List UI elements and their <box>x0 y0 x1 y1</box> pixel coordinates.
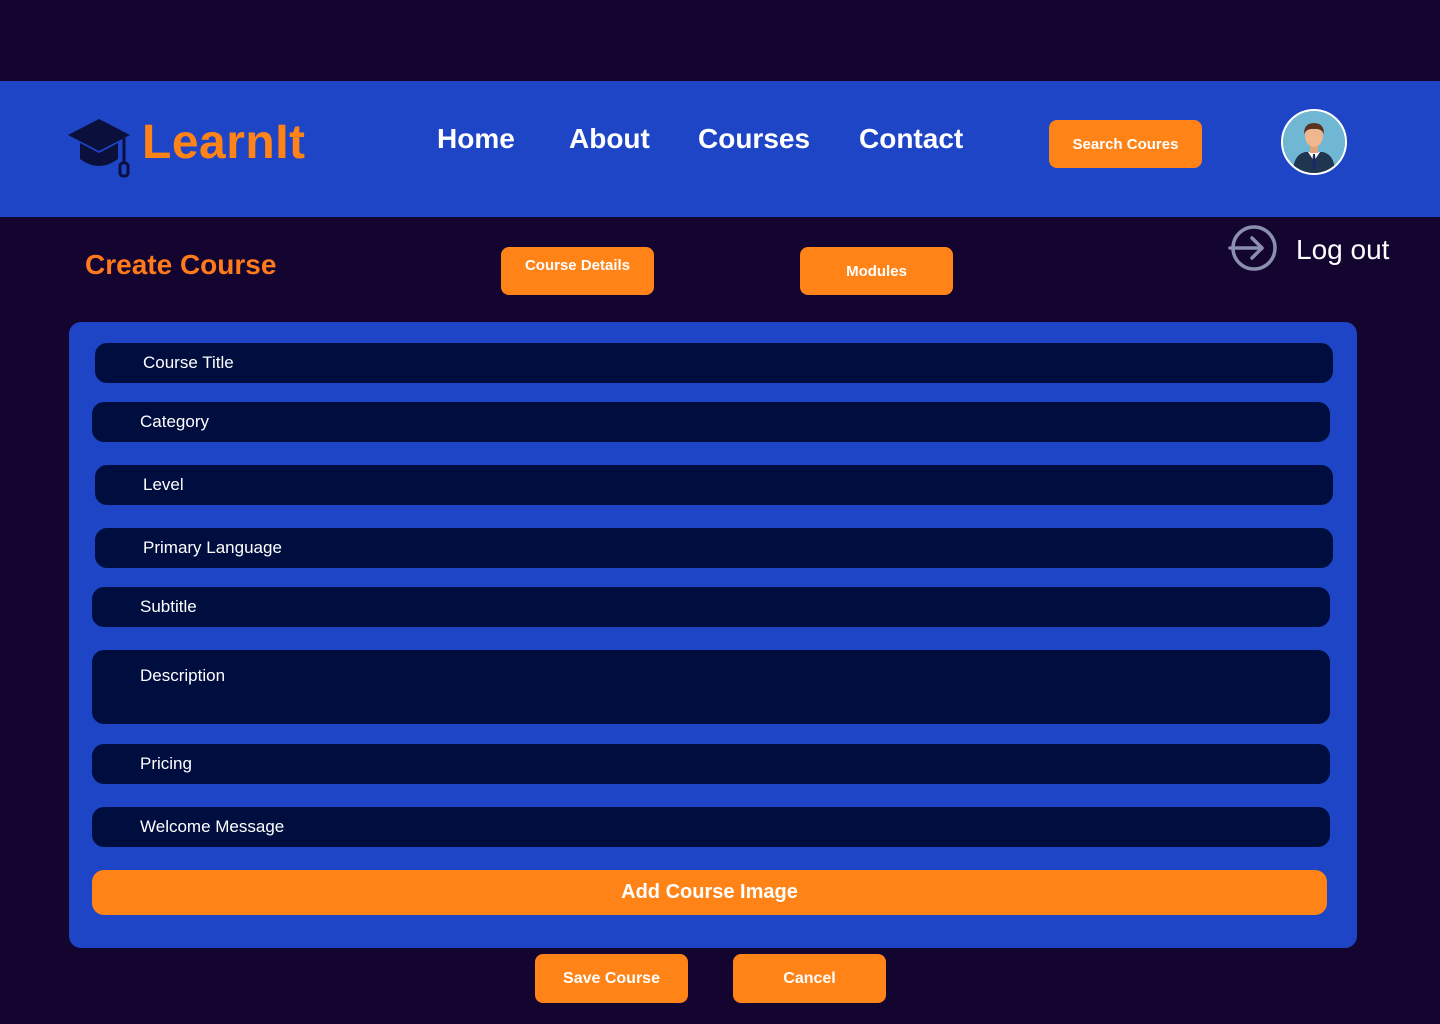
primary-language-field[interactable]: Primary Language <box>95 528 1333 568</box>
course-title-field[interactable]: Course Title <box>95 343 1333 383</box>
user-avatar[interactable] <box>1281 109 1347 175</box>
subtitle-field[interactable]: Subtitle <box>92 587 1330 627</box>
pricing-field[interactable]: Pricing <box>92 744 1330 784</box>
welcome-message-field[interactable]: Welcome Message <box>92 807 1330 847</box>
graduation-cap-icon <box>66 117 132 179</box>
brand-logo-text[interactable]: LearnIt <box>142 113 306 173</box>
logout-label: Log out <box>1296 234 1390 265</box>
cancel-button[interactable]: Cancel <box>733 954 886 1003</box>
level-field[interactable]: Level <box>95 465 1333 505</box>
log-in-arrow-icon <box>1228 222 1278 279</box>
logout-button[interactable]: Log out <box>1228 224 1389 276</box>
save-course-button[interactable]: Save Course <box>535 954 688 1003</box>
add-course-image-button[interactable]: Add Course Image <box>92 870 1327 915</box>
page-title: Create Course <box>85 249 277 280</box>
tab-course-details[interactable]: Course Details <box>501 247 654 295</box>
nav-link-contact[interactable]: Contact <box>859 121 963 157</box>
nav-link-home[interactable]: Home <box>437 121 515 157</box>
category-field[interactable]: Category <box>92 402 1330 442</box>
create-course-form: Course Title Category Level Primary Lang… <box>69 322 1357 948</box>
top-navigation-bar: LearnIt Home About Courses Contact Searc… <box>0 81 1440 217</box>
nav-link-about[interactable]: About <box>569 121 650 157</box>
nav-link-courses[interactable]: Courses <box>698 121 810 157</box>
search-courses-button[interactable]: Search Coures <box>1049 120 1202 168</box>
tab-modules[interactable]: Modules <box>800 247 953 295</box>
description-textarea[interactable]: Description <box>92 650 1330 724</box>
